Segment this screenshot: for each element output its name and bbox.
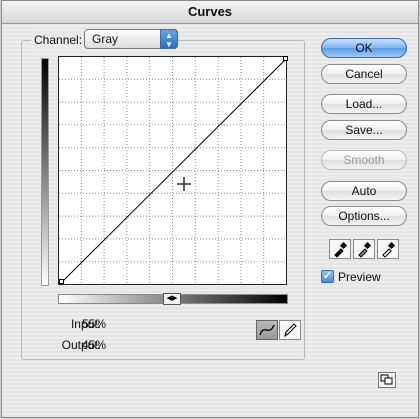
curve-point-white[interactable]	[283, 56, 288, 61]
pencil-tool-icon	[284, 323, 297, 338]
white-eyedropper-icon	[382, 241, 396, 258]
output-value: 45%	[82, 338, 107, 352]
black-eyedropper-button[interactable]	[329, 239, 351, 259]
gray-eyedropper-button[interactable]	[353, 239, 375, 259]
load-button[interactable]: Load...	[321, 94, 407, 114]
channel-popup-value: Gray	[92, 32, 119, 46]
channel-popup[interactable]: Gray ▲ ▼	[84, 29, 178, 49]
gray-eyedropper-icon	[358, 241, 372, 258]
preview-checkbox[interactable]: ✓	[321, 270, 334, 283]
save-button[interactable]: Save...	[321, 120, 407, 140]
expand-window-icon[interactable]	[378, 372, 396, 388]
white-eyedropper-button[interactable]	[377, 239, 399, 259]
smooth-button[interactable]: Smooth	[321, 150, 407, 170]
pencil-tool-button[interactable]	[279, 320, 301, 340]
preview-label: Preview	[338, 270, 381, 284]
output-gradient-bar	[41, 58, 49, 286]
auto-button[interactable]: Auto	[321, 181, 407, 201]
cancel-button[interactable]: Cancel	[321, 64, 407, 84]
channel-label: Channel:	[31, 31, 86, 49]
options-button[interactable]: Options...	[321, 206, 407, 226]
updown-arrows-icon: ▲ ▼	[160, 29, 178, 49]
black-eyedropper-icon	[334, 241, 348, 258]
curve-tool-icon	[259, 324, 275, 336]
curve-tool-button[interactable]	[256, 320, 278, 340]
gradient-toggle-icon[interactable]: ◀▶	[163, 293, 181, 305]
expand-window-glyph	[380, 374, 393, 385]
window-title: Curves	[2, 1, 418, 24]
curve-graph[interactable]	[58, 56, 289, 287]
ok-button[interactable]: OK	[321, 38, 407, 58]
curve-point-black[interactable]	[59, 279, 64, 284]
input-value: 55%	[82, 317, 107, 331]
